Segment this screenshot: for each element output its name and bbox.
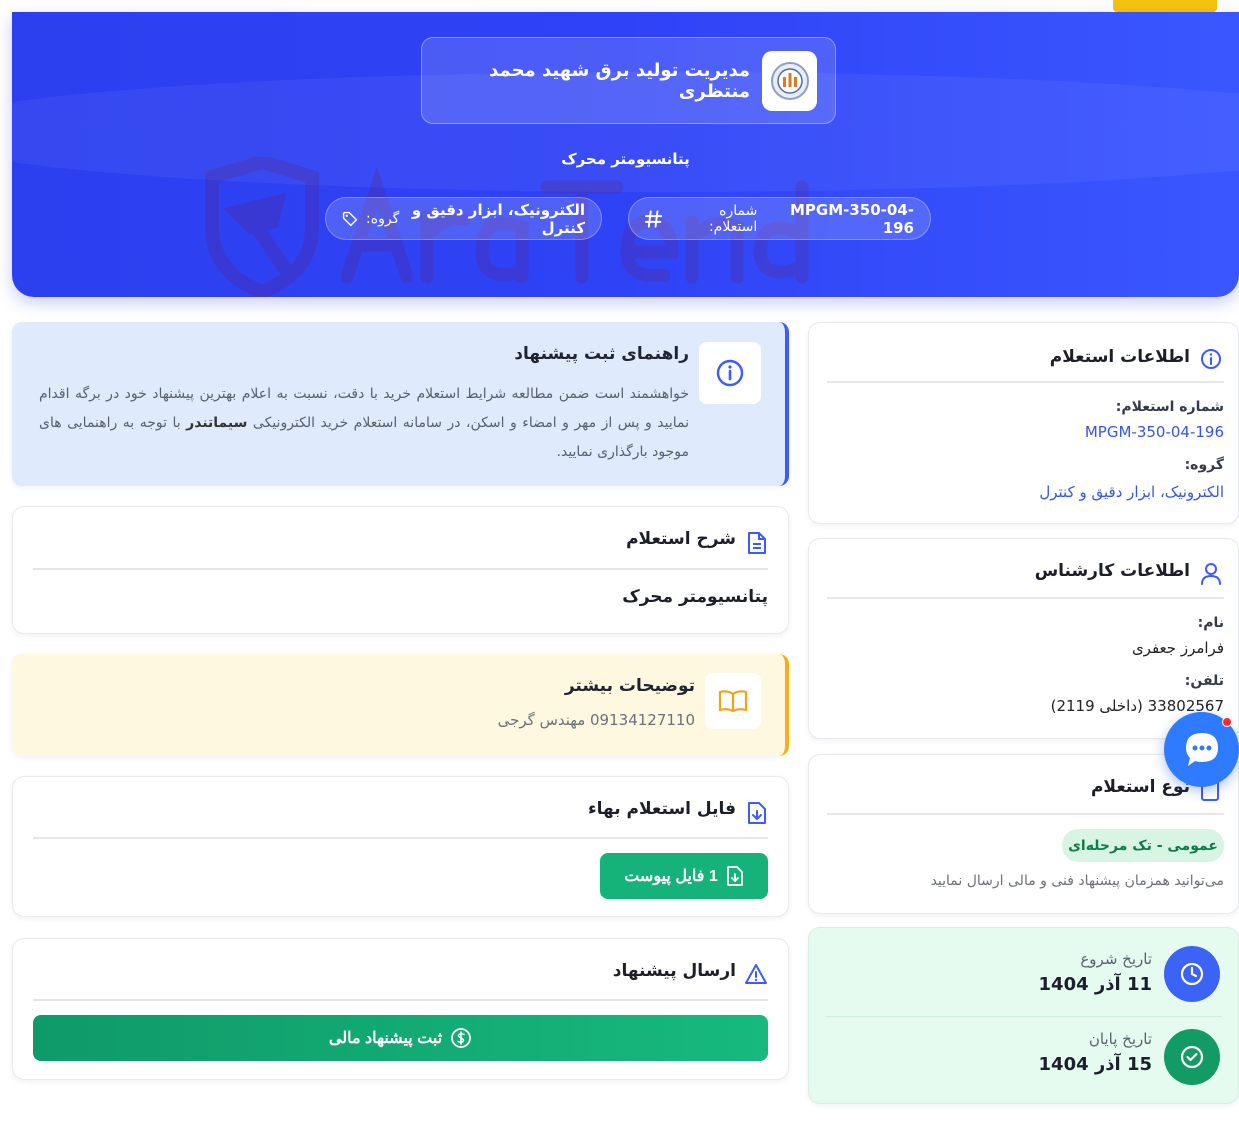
info-group-value: الکترونیک، ابزار دقیق و کنترل xyxy=(1039,483,1224,501)
clock-icon xyxy=(1164,946,1220,1002)
price-file-title: فایل استعلام بهاء xyxy=(587,799,736,819)
hash-icon xyxy=(645,209,663,228)
expert-name-value: فرامرز جعفری xyxy=(1131,639,1224,657)
info-number-value: MPGM-350-04-196 xyxy=(1084,423,1224,441)
hero-banner: مدیریت تولید برق شهید محمد منتظری پتانسی… xyxy=(12,12,1239,297)
submit-financial-offer-button[interactable]: ثبت پیشنهاد مالی xyxy=(33,1015,768,1061)
inquiry-info-card: اطلاعات استعلام شماره استعلام: MPGM-350-… xyxy=(808,322,1239,524)
organization-logo xyxy=(762,50,817,111)
send-offer-header: ارسال پیشنهاد xyxy=(612,961,767,984)
chat-notification-dot xyxy=(1222,717,1232,727)
file-download-icon xyxy=(748,802,766,824)
organization-card: مدیریت تولید برق شهید محمد منتظری xyxy=(421,37,836,124)
send-offer-divider xyxy=(33,999,768,1001)
document-icon xyxy=(748,532,766,554)
expert-info-header: اطلاعات کارشناس xyxy=(1034,561,1221,585)
inquiry-type-header: نوع استعلام xyxy=(1090,777,1219,801)
price-file-card: فایل استعلام بهاء 1 فایل پیوست xyxy=(12,776,789,917)
expert-info-card: اطلاعات کارشناس نام: فرامرز جعفری تلفن: … xyxy=(808,538,1239,739)
expert-name-label: نام: xyxy=(1197,615,1224,631)
guide-title: راهنمای ثبت پیشنهاد xyxy=(514,344,689,364)
more-details-card: توضیحات بیشتر 09134127110 مهندس گرجی xyxy=(12,654,789,756)
more-details-title: توضیحات بیشتر xyxy=(564,676,695,696)
warning-icon xyxy=(745,964,767,984)
chat-bubble-icon xyxy=(1185,732,1218,766)
more-details-text: 09134127110 مهندس گرجی xyxy=(497,711,695,729)
tag-icon xyxy=(342,211,358,226)
expert-info-divider xyxy=(827,597,1224,599)
top-accent-tab xyxy=(1113,0,1217,12)
inquiry-type-card: نوع استعلام عمومی - تک مرحله‌ای می‌توانی… xyxy=(808,754,1239,914)
inquiry-type-divider xyxy=(827,813,1224,815)
send-offer-title: ارسال پیشنهاد xyxy=(612,961,736,981)
info-circle-icon xyxy=(1201,349,1221,369)
info-icon xyxy=(699,342,761,404)
inquiry-number-value: MPGM-350-04-196 xyxy=(789,200,914,237)
description-header: شرح استعلام xyxy=(626,529,766,554)
start-date-label: تاریخ شروع xyxy=(1080,950,1152,968)
dates-card: تاریخ شروع 11 آذر 1404 تاریخ پایان 15 آذ… xyxy=(808,927,1239,1104)
end-date-value: 15 آذر 1404 xyxy=(1038,1054,1152,1075)
expert-phone-label: تلفن: xyxy=(1184,673,1224,689)
price-file-divider xyxy=(33,837,768,839)
check-circle-icon xyxy=(1164,1029,1220,1085)
send-offer-card: ارسال پیشنهاد ثبت پیشنهاد مالی xyxy=(12,938,789,1080)
attachment-button[interactable]: 1 فایل پیوست xyxy=(600,853,768,899)
inquiry-type-badge: عمومی - تک مرحله‌ای xyxy=(1062,829,1224,862)
inquiry-subject: پتانسیومتر محرک xyxy=(561,150,690,168)
file-attachment-icon xyxy=(726,866,743,886)
description-card: شرح استعلام پتانسیومتر محرک xyxy=(12,506,789,634)
submit-financial-offer-label: ثبت پیشنهاد مالی xyxy=(328,1030,443,1047)
organization-name: مدیریت تولید برق شهید محمد منتظری xyxy=(489,59,750,102)
book-icon xyxy=(705,673,761,729)
inquiry-number-label: شماره استعلام: xyxy=(708,202,758,235)
info-number-label: شماره استعلام: xyxy=(1115,399,1224,415)
end-date-row: تاریخ پایان 15 آذر 1404 xyxy=(807,1016,1238,1096)
inquiry-type-title: نوع استعلام xyxy=(1090,777,1190,797)
system-name: سیماتندر xyxy=(186,415,248,431)
description-value: پتانسیومتر محرک xyxy=(622,587,768,607)
info-group-label: گروه: xyxy=(1184,457,1224,473)
dollar-icon xyxy=(451,1028,472,1048)
inquiry-type-note: می‌توانید همزمان پیشنهاد فنی و مالی ارسا… xyxy=(930,873,1224,889)
group-value: الکترونیک، ابزار دقیق و کنترل xyxy=(411,200,585,237)
submission-guide-card: راهنمای ثبت پیشنهاد خواهشمند است ضمن مطا… xyxy=(12,322,789,486)
group-label: گروه: xyxy=(366,210,400,227)
inquiry-info-title: اطلاعات استعلام xyxy=(1049,347,1190,367)
end-date-label: تاریخ پایان xyxy=(1088,1030,1152,1048)
start-date-value: 11 آذر 1404 xyxy=(1038,974,1152,995)
group-pill: گروه: الکترونیک، ابزار دقیق و کنترل xyxy=(325,197,602,240)
price-file-header: فایل استعلام بهاء xyxy=(587,799,766,824)
start-date-row: تاریخ شروع 11 آذر 1404 xyxy=(807,928,1238,1008)
inquiry-info-divider xyxy=(827,381,1224,383)
attachment-button-label: 1 فایل پیوست xyxy=(624,868,718,885)
user-icon xyxy=(1201,563,1221,585)
inquiry-info-header: اطلاعات استعلام xyxy=(1049,347,1221,369)
description-title: شرح استعلام xyxy=(626,529,736,549)
organization-emblem-icon xyxy=(770,61,809,100)
description-divider xyxy=(33,568,768,570)
guide-text: خواهشمند است ضمن مطالعه شرایط استعلام خر… xyxy=(39,380,689,467)
inquiry-number-pill: شماره استعلام: MPGM-350-04-196 xyxy=(628,197,931,240)
expert-info-title: اطلاعات کارشناس xyxy=(1034,561,1190,581)
